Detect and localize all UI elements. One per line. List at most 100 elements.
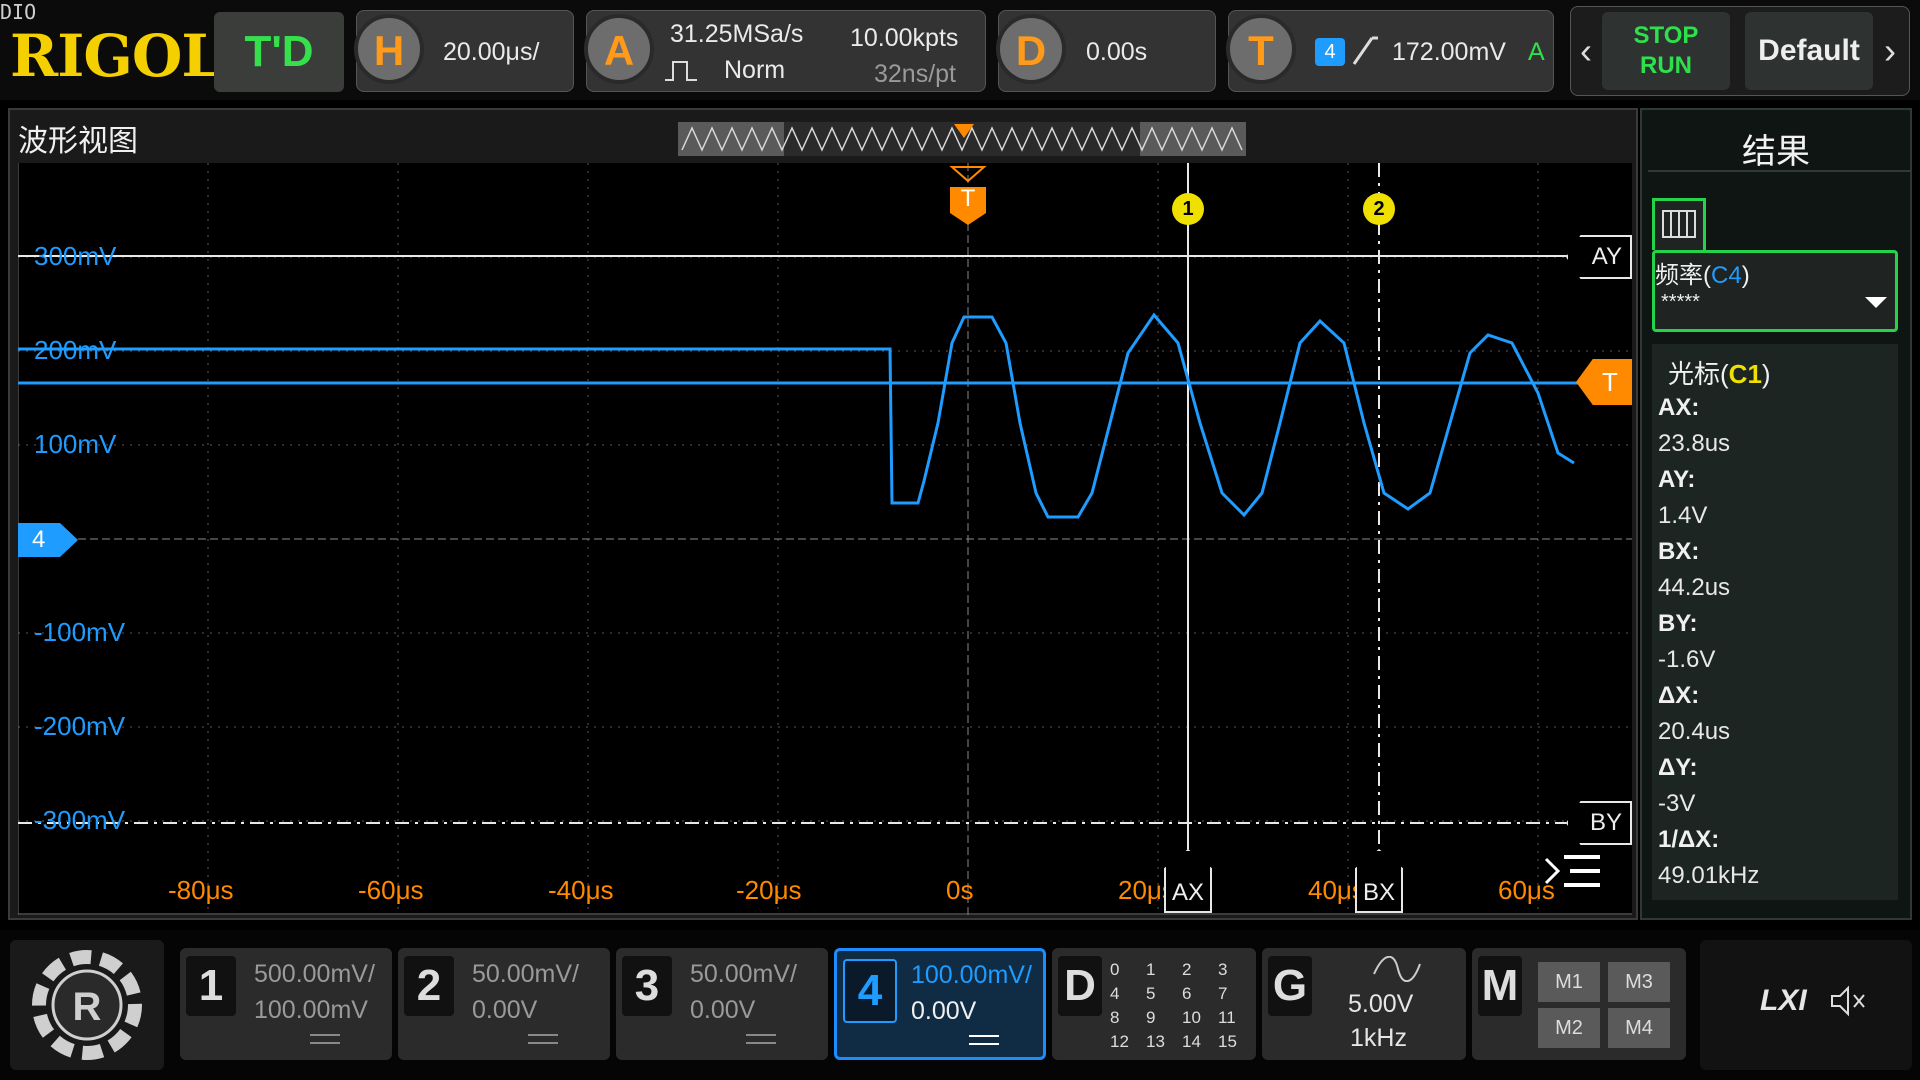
- digital-bit: 4: [1110, 984, 1120, 1003]
- digital-bit: 9: [1146, 1008, 1156, 1027]
- dropdown-caret-icon[interactable]: [1865, 297, 1887, 308]
- delay-value: 0.00s: [1086, 38, 1148, 66]
- sample-rate: 31.25MSa/s: [670, 20, 804, 48]
- generator-box[interactable]: G 5.00V 1kHz: [1262, 948, 1466, 1060]
- channel-4-number: 4: [843, 959, 897, 1023]
- digital-bit: 3: [1218, 960, 1228, 979]
- digital-letter: D: [1058, 956, 1102, 1016]
- digital-bit: 1: [1146, 960, 1156, 979]
- chevron-left-icon[interactable]: ‹: [1572, 12, 1600, 90]
- trigger-position-marker[interactable]: T: [948, 165, 988, 225]
- digital-bit: 15: [1218, 1032, 1237, 1051]
- digital-bits-grid: 0 1 2 3 4 5 6 7 8 9 10 11 12 13 14 15: [1110, 960, 1254, 1052]
- bx-value: 44.2us: [1658, 574, 1731, 601]
- cursor-2-marker[interactable]: 2: [1363, 193, 1395, 225]
- gear-icon: R: [32, 950, 142, 1060]
- channel-4-box[interactable]: 4 100.00mV/ 0.00V: [834, 948, 1046, 1060]
- channel-2-scale: 50.00mV/: [472, 960, 580, 988]
- math-letter: M: [1478, 956, 1522, 1016]
- channel-2-coupling-icon: [528, 1034, 558, 1044]
- math-m1-button[interactable]: M1: [1538, 962, 1600, 1002]
- channel-1-number: 1: [186, 956, 236, 1016]
- y-label-neg200: -200mV: [34, 711, 126, 741]
- rigol-logo: RIGOL: [10, 22, 222, 90]
- waveform-view-title: 波形视图: [18, 125, 138, 158]
- waveform-display[interactable]: 300mV 200mV 100mV -100mV -200mV -300mV -…: [18, 163, 1632, 915]
- digital-bit: 14: [1182, 1032, 1201, 1051]
- ax-label: AX:: [1658, 394, 1700, 421]
- trigger-level: 172.00mV: [1392, 38, 1506, 66]
- y-label-300: 300mV: [34, 241, 117, 271]
- frequency-value: *****: [1661, 291, 1700, 313]
- digital-bit: 11: [1218, 1008, 1236, 1027]
- x-label-neg60: -60μs: [358, 875, 424, 905]
- digital-channels-box[interactable]: D 0 1 2 3 4 5 6 7 8 9 10 11 12 13 14 15: [1052, 948, 1256, 1060]
- memory-depth: 10.00kpts: [850, 24, 959, 52]
- acquire-button[interactable]: A: [584, 14, 654, 84]
- frequency-measurement-card[interactable]: 频率(C4) *****: [1652, 250, 1898, 332]
- menu-list-icon[interactable]: [1542, 849, 1604, 899]
- channel-3-scale: 50.00mV/: [690, 960, 798, 988]
- waveform-overview[interactable]: [678, 122, 1246, 156]
- time-per-point: 32ns/pt: [874, 60, 957, 88]
- cursor-results-card: 光标(C1) AX: 23.8us AY: 1.4V BX: 44.2us BY…: [1652, 344, 1898, 900]
- by-label: BY:: [1658, 610, 1698, 637]
- timebase-value: 20.00μs/: [443, 38, 540, 66]
- channel-2-offset: 0.00V: [472, 996, 538, 1024]
- ay-value: 1.4V: [1658, 502, 1708, 529]
- measure-icon: [1662, 210, 1696, 238]
- digital-bit: 8: [1110, 1008, 1120, 1027]
- generator-frequency: 1kHz: [1350, 1024, 1407, 1052]
- channel-3-offset: 0.00V: [690, 996, 756, 1024]
- channel-3-number: 3: [622, 956, 672, 1016]
- dx-label: ΔX:: [1658, 682, 1700, 709]
- speaker-muted-icon[interactable]: [1828, 984, 1868, 1018]
- channel-2-number: 2: [404, 956, 454, 1016]
- channel-3-coupling-icon: [746, 1034, 776, 1044]
- svg-text:R: R: [73, 985, 102, 1029]
- y-label-200: 200mV: [34, 335, 117, 365]
- bx-label: BX:: [1658, 538, 1700, 565]
- digital-bit: 6: [1182, 984, 1192, 1003]
- stop-label: STOP: [1633, 22, 1699, 49]
- trigger-source-badge: 4: [1315, 38, 1345, 66]
- stop-run-button[interactable]: STOP RUN: [1602, 12, 1730, 90]
- channel-4-offset: 0.00V: [911, 997, 977, 1025]
- x-label-neg80: -80μs: [168, 875, 234, 905]
- trigger-button[interactable]: T: [1226, 14, 1296, 84]
- channel-4-coupling-icon: [969, 1035, 999, 1045]
- lxi-logo: LXI: [1760, 984, 1807, 1017]
- inv-dx-label: 1/ΔX:: [1658, 826, 1720, 853]
- generator-amplitude: 5.00V: [1348, 990, 1414, 1018]
- generator-letter: G: [1268, 956, 1312, 1016]
- default-button[interactable]: Default: [1745, 12, 1873, 90]
- y-label-neg300: -300mV: [34, 805, 126, 835]
- dy-label: ΔY:: [1658, 754, 1698, 781]
- math-m2-button[interactable]: M2: [1538, 1008, 1600, 1048]
- horizontal-button[interactable]: H: [354, 14, 424, 84]
- math-m4-button[interactable]: M4: [1608, 1008, 1670, 1048]
- channel-3-box[interactable]: 3 50.00mV/ 0.00V: [616, 948, 828, 1060]
- math-m3-button[interactable]: M3: [1608, 962, 1670, 1002]
- acquire-mode: Norm: [724, 56, 786, 84]
- math-box[interactable]: M M1 M3 M2 M4: [1472, 948, 1686, 1060]
- measurement-tab[interactable]: [1652, 198, 1706, 250]
- delay-button[interactable]: D: [996, 14, 1066, 84]
- channel-4-scale: 100.00mV/: [911, 961, 1032, 989]
- channel-1-offset: 100.00mV: [254, 996, 368, 1024]
- ay-label: AY:: [1658, 466, 1696, 493]
- x-label-neg40: -40μs: [548, 875, 614, 905]
- results-divider: [1648, 170, 1912, 172]
- channel-2-box[interactable]: 2 50.00mV/ 0.00V: [398, 948, 610, 1060]
- channel-1-box[interactable]: 1 500.00mV/ 100.00mV: [180, 948, 392, 1060]
- inv-dx-value: 49.01kHz: [1658, 862, 1760, 889]
- home-button[interactable]: R: [10, 940, 164, 1070]
- dy-value: -3V: [1658, 790, 1696, 817]
- digital-bit: 2: [1182, 960, 1192, 979]
- y-label-neg100: -100mV: [34, 617, 126, 647]
- x-label-neg20: -20μs: [736, 875, 802, 905]
- digital-bit: 13: [1146, 1032, 1165, 1051]
- td-button[interactable]: T'D: [214, 12, 344, 92]
- cursor-1-marker[interactable]: 1: [1172, 193, 1204, 225]
- chevron-right-icon[interactable]: ›: [1876, 12, 1904, 90]
